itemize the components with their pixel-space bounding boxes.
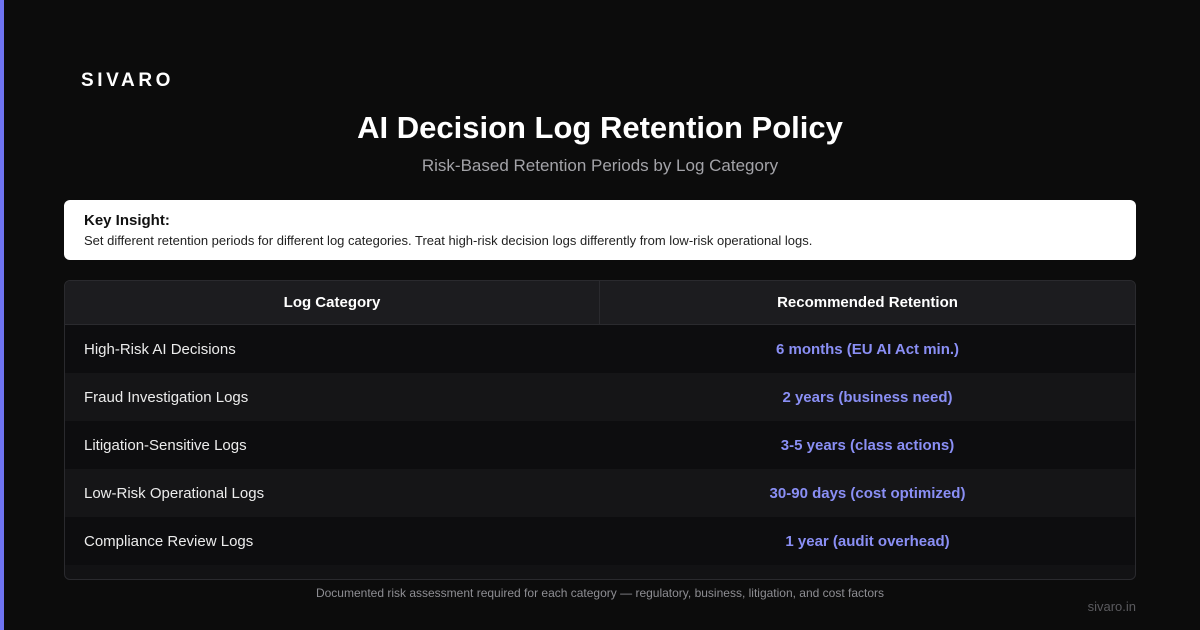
log-category-cell: Litigation-Sensitive Logs xyxy=(84,436,247,454)
key-insight-text: Set different retention periods for diff… xyxy=(84,233,813,248)
page-subtitle: Risk-Based Retention Periods by Log Cate… xyxy=(421,156,779,175)
key-insight-box: Key Insight: Set different retention per… xyxy=(64,200,1136,260)
table-header: Log Category Recommended Retention xyxy=(65,281,1135,325)
table-row: Litigation-Sensitive Logs 3-5 years (cla… xyxy=(65,421,1135,469)
table-row: Fraud Investigation Logs 2 years (busine… xyxy=(65,373,1135,421)
column-header-log-category: Log Category xyxy=(65,281,600,324)
accent-bar xyxy=(0,0,4,630)
retention-table: Log Category Recommended Retention High-… xyxy=(64,280,1136,580)
table-row: Compliance Review Logs 1 year (audit ove… xyxy=(65,517,1135,565)
brand-logo: SIVARO xyxy=(81,70,175,91)
retention-cell: 30-90 days (cost optimized) xyxy=(769,484,966,502)
table-row: High-Risk AI Decisions 6 months (EU AI A… xyxy=(65,325,1135,373)
retention-cell: 6 months (EU AI Act min.) xyxy=(775,340,960,358)
page-title: AI Decision Log Retention Policy xyxy=(357,110,843,145)
log-category-cell: High-Risk AI Decisions xyxy=(84,340,236,358)
footnote: Documented risk assessment required for … xyxy=(315,586,885,600)
log-category-cell: Fraud Investigation Logs xyxy=(84,388,249,406)
retention-cell: 3-5 years (class actions) xyxy=(780,436,955,454)
column-header-recommended-retention: Recommended Retention xyxy=(600,281,1135,324)
table-row: Low-Risk Operational Logs 30-90 days (co… xyxy=(65,469,1135,517)
log-category-cell: Compliance Review Logs xyxy=(84,532,254,550)
site-domain: sivaro.in xyxy=(1087,599,1136,614)
retention-cell: 1 year (audit overhead) xyxy=(785,532,950,550)
retention-cell: 2 years (business need) xyxy=(782,388,953,406)
key-insight-heading: Key Insight: xyxy=(84,212,170,229)
log-category-cell: Low-Risk Operational Logs xyxy=(84,484,265,502)
slide: SIVARO AI Decision Log Retention Policy … xyxy=(0,0,1200,630)
